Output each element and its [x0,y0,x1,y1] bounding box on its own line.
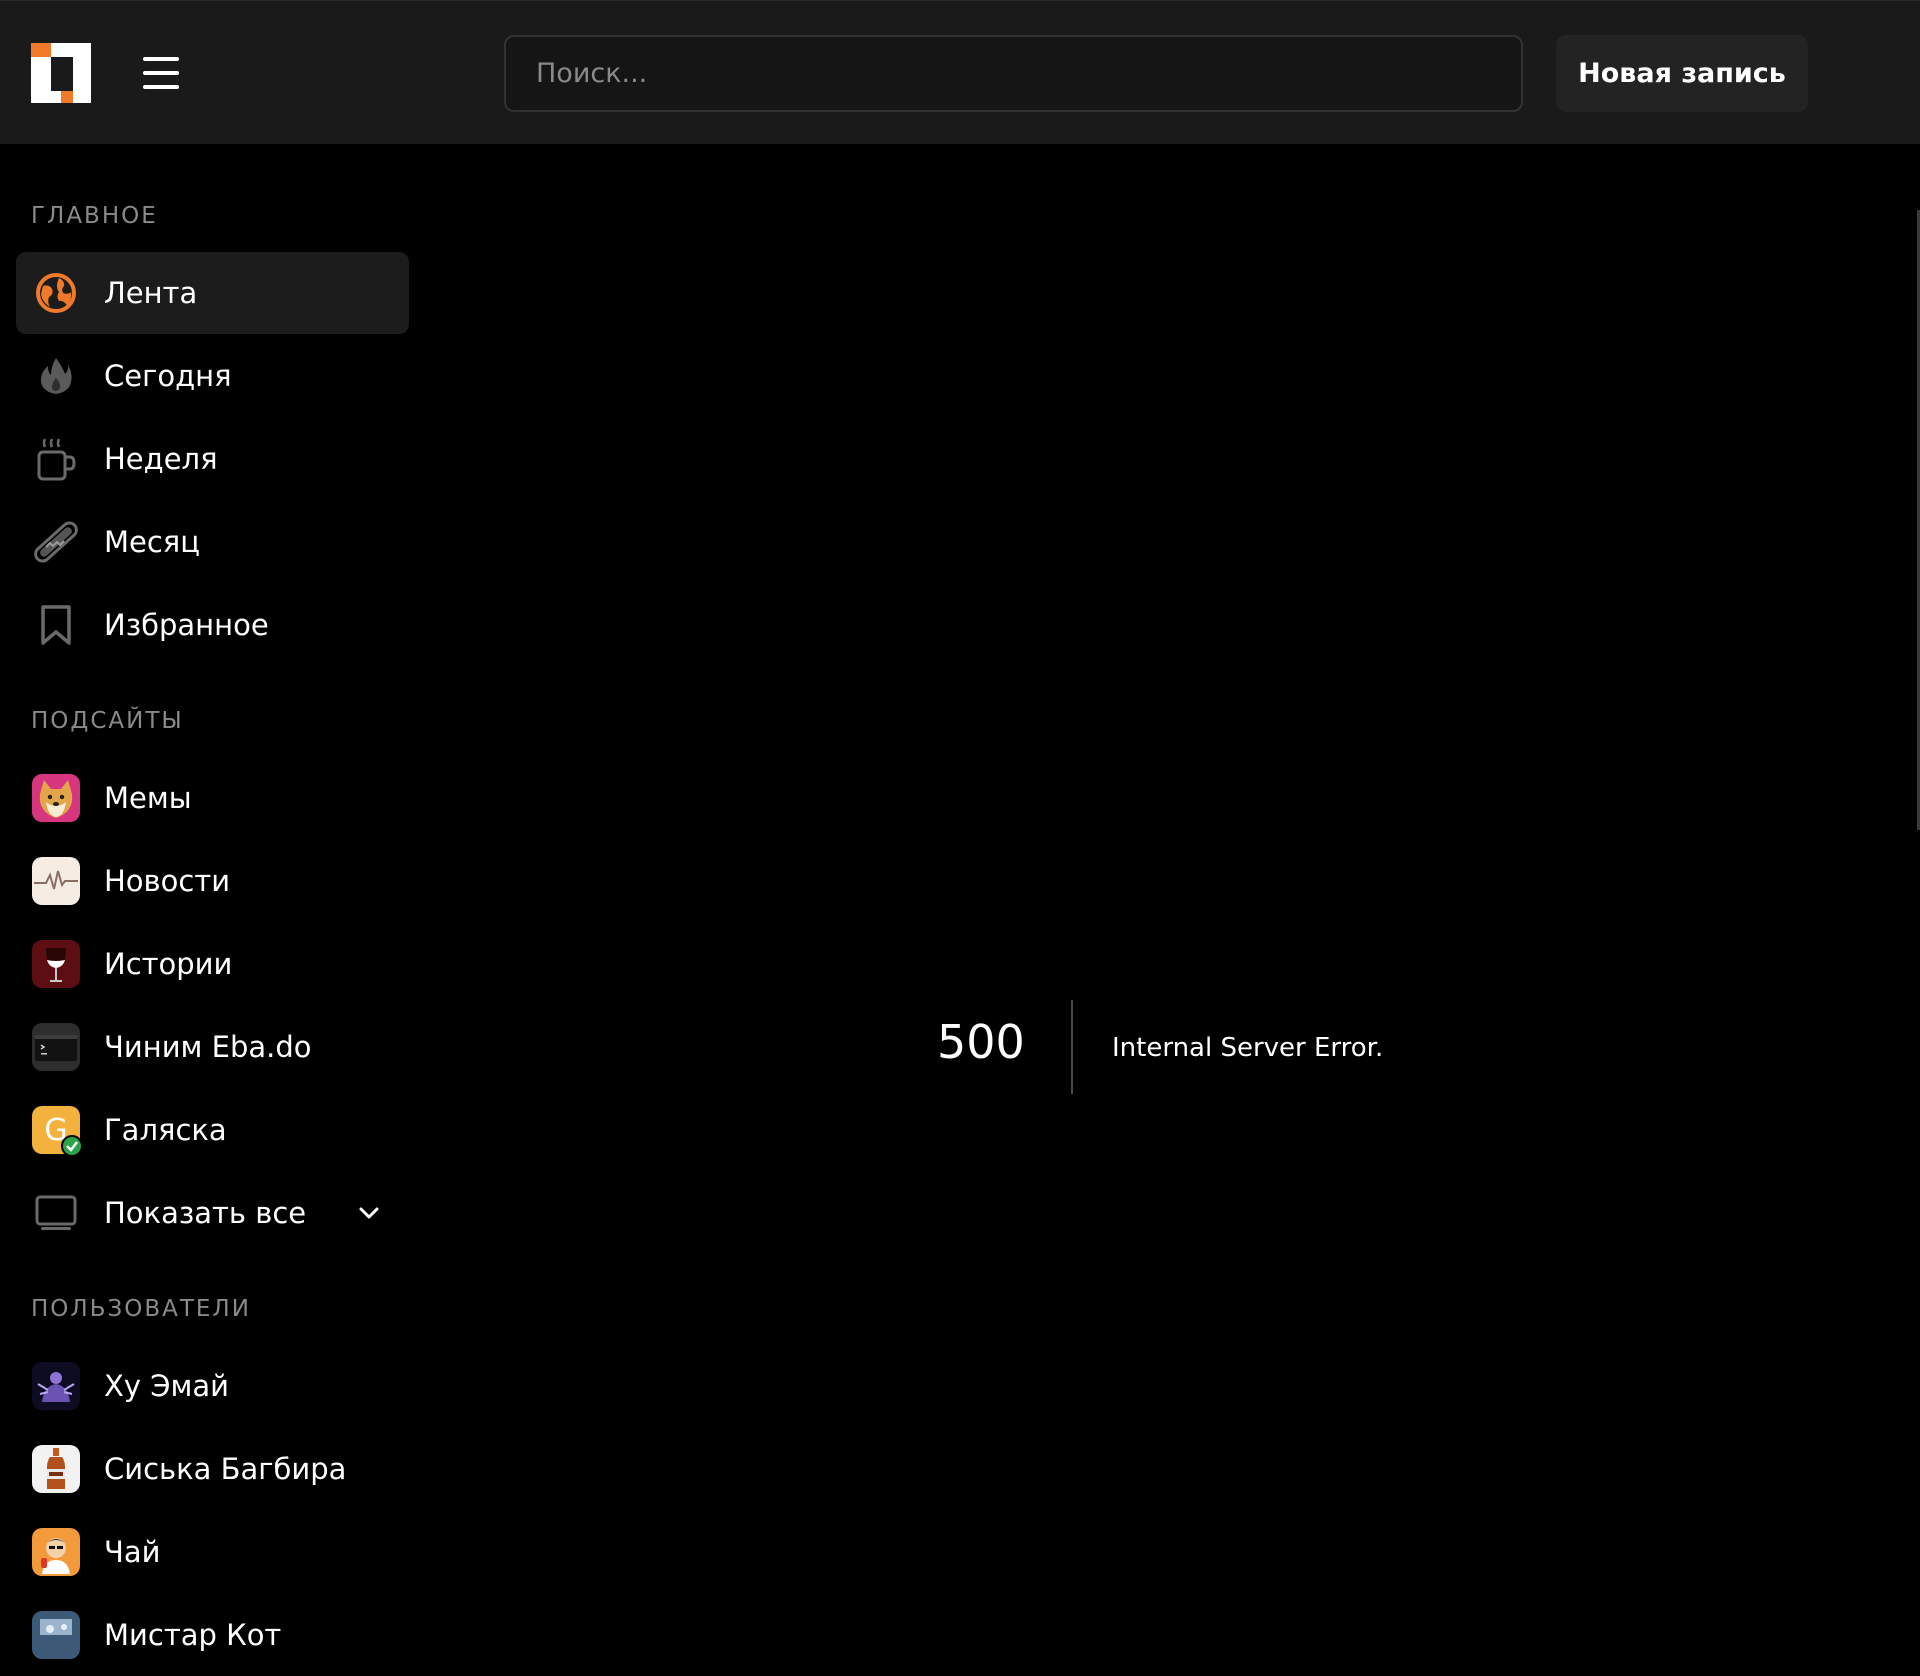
error-code: 500 [937,1015,1025,1069]
user-avatar-icon [32,1362,80,1410]
sidebar-item-label: Сегодня [104,359,232,393]
monitor-icon [32,1189,80,1237]
terminal-avatar-icon [32,1023,80,1071]
show-all-subsites-button[interactable]: Показать все [16,1172,409,1254]
cat-avatar-icon [32,1611,80,1659]
sidebar-item-galyaska[interactable]: G Галяска [16,1089,409,1171]
sidebar-item-stories[interactable]: Истории [16,923,409,1005]
show-all-label: Показать все [104,1196,307,1230]
sidebar-item-label: Месяц [104,525,200,559]
sidebar: Главное Лента Сегодня Неде [0,144,420,1659]
globe-icon [32,269,80,317]
pulse-avatar-icon [32,857,80,905]
sidebar-item-user-hu-emai[interactable]: Ху Эмай [16,1345,409,1427]
section-title-users: Пользователи [31,1296,251,1322]
bookmark-icon [32,601,80,649]
sidebar-item-week[interactable]: Неделя [16,418,409,500]
top-header: Новая запись [0,0,1920,144]
sidebar-item-label: Неделя [104,442,218,476]
sidebar-item-label: Истории [104,947,233,981]
sidebar-item-label: Ху Эмай [104,1369,229,1403]
sidebar-item-label: Мистар Кот [104,1618,282,1652]
sidebar-item-label: Избранное [104,608,269,642]
sidebar-item-label: Чай [104,1535,161,1569]
sidebar-item-memes[interactable]: Мемы [16,757,409,839]
sidebar-item-label: Галяска [104,1113,227,1147]
sidebar-item-user-bagbira[interactable]: Сиська Багбира [16,1428,409,1510]
new-post-button[interactable]: Новая запись [1556,35,1808,112]
sidebar-item-feed[interactable]: Лента [16,252,409,334]
sidebar-item-news[interactable]: Новости [16,840,409,922]
site-logo-icon[interactable] [31,43,91,103]
sidebar-item-user-chai[interactable]: Чай [16,1511,409,1593]
search-input[interactable] [504,35,1523,112]
error-divider [1071,1000,1073,1094]
sidebar-item-label: Лента [104,276,198,310]
g-verified-avatar-icon: G [32,1106,83,1157]
sidebar-item-label: Мемы [104,781,192,815]
sidebar-item-month[interactable]: Месяц [16,501,409,583]
mug-icon [32,435,80,483]
person-avatar-icon [32,1528,80,1576]
section-title-main: Главное [31,203,158,229]
chevron-down-icon [354,1198,384,1228]
doge-avatar-icon [32,774,80,822]
sidebar-item-user-mistar-kot[interactable]: Мистар Кот [16,1594,409,1676]
sidebar-item-label: Новости [104,864,231,898]
section-title-subsites: Подсайты [31,708,184,734]
error-message: Internal Server Error. [1112,1033,1384,1063]
sidebar-item-label: Чиним Eba.do [104,1030,312,1064]
bottle-avatar-icon [32,1445,80,1493]
hamburger-menu-icon[interactable] [136,51,186,95]
sidebar-item-label: Сиська Багбира [104,1452,347,1486]
hotdog-icon [32,518,80,566]
sidebar-item-favorites[interactable]: Избранное [16,584,409,666]
sidebar-item-today[interactable]: Сегодня [16,335,409,417]
sidebar-item-fix-ebado[interactable]: Чиним Eba.do [16,1006,409,1088]
wine-glass-avatar-icon [32,940,80,988]
flame-icon [32,352,80,400]
